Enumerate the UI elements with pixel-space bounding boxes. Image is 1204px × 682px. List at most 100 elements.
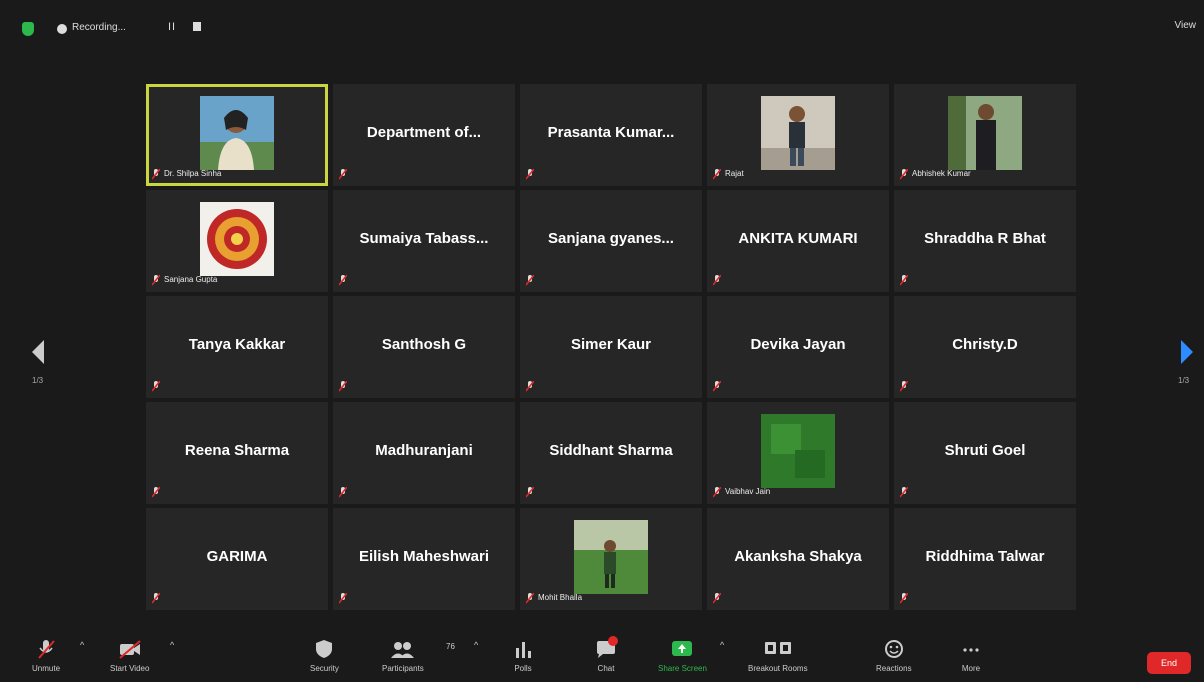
mic-muted-icon bbox=[38, 640, 55, 659]
participant-tile[interactable]: Santhosh G bbox=[333, 296, 515, 398]
participant-tile[interactable]: Department of... bbox=[333, 84, 515, 186]
muted-mic-icon bbox=[899, 379, 909, 392]
start-video-button[interactable]: Start Video bbox=[110, 638, 149, 673]
participant-video bbox=[200, 96, 274, 170]
muted-mic-icon bbox=[338, 379, 348, 392]
polls-button[interactable]: Polls bbox=[512, 638, 534, 673]
participant-tile[interactable]: Reena Sharma bbox=[146, 402, 328, 504]
participant-tile[interactable]: Rajat bbox=[707, 84, 889, 186]
participant-name: ANKITA KUMARI bbox=[738, 230, 858, 247]
participant-name: Eilish Maheshwari bbox=[358, 548, 490, 565]
right-page-number: 1/3 bbox=[1178, 376, 1190, 385]
participant-tile[interactable]: Madhuranjani bbox=[333, 402, 515, 504]
participant-name-label: Dr. Shilpa Sinha bbox=[164, 169, 222, 178]
participant-name: Akanksha Shakya bbox=[734, 548, 862, 565]
participant-tile[interactable]: Eilish Maheshwari bbox=[333, 508, 515, 610]
video-options-caret-icon[interactable]: ^ bbox=[170, 640, 174, 650]
muted-mic-icon bbox=[899, 273, 909, 286]
participant-name-label: Abhishek Kumar bbox=[912, 169, 971, 178]
participant-name-label: Rajat bbox=[725, 169, 744, 178]
participants-options-caret-icon[interactable]: ^ bbox=[474, 640, 478, 650]
muted-mic-icon bbox=[151, 273, 161, 286]
participant-tile[interactable]: Sanjana Gupta bbox=[146, 190, 328, 292]
muted-mic-icon bbox=[712, 591, 722, 604]
reactions-icon bbox=[884, 640, 903, 658]
participant-tile[interactable]: Sumaiya Tabass... bbox=[333, 190, 515, 292]
participant-video bbox=[200, 202, 274, 276]
next-page-arrow-icon[interactable] bbox=[1181, 340, 1193, 364]
participant-name: Devika Jayan bbox=[750, 336, 846, 353]
breakout-rooms-label: Breakout Rooms bbox=[748, 664, 808, 673]
polls-label: Polls bbox=[514, 664, 532, 673]
previous-page-arrow-icon[interactable] bbox=[32, 340, 44, 364]
participant-tile[interactable]: Simer Kaur bbox=[520, 296, 702, 398]
participant-tile[interactable]: Riddhima Talwar bbox=[894, 508, 1076, 610]
participant-tile[interactable]: Vaibhav Jain bbox=[707, 402, 889, 504]
participant-gallery: Dr. Shilpa Sinha Department of... Prasanta… bbox=[146, 84, 1076, 610]
unmute-button[interactable]: Unmute bbox=[32, 638, 60, 673]
muted-mic-icon bbox=[899, 591, 909, 604]
muted-mic-icon bbox=[712, 485, 722, 498]
chat-button[interactable]: Chat bbox=[594, 636, 618, 673]
share-options-caret-icon[interactable]: ^ bbox=[720, 640, 724, 650]
participant-video bbox=[761, 96, 835, 170]
encryption-shield-icon[interactable] bbox=[22, 22, 34, 36]
participant-tile[interactable]: Siddhant Sharma bbox=[520, 402, 702, 504]
left-page-number: 1/3 bbox=[32, 376, 44, 385]
more-button[interactable]: More bbox=[960, 638, 982, 673]
participant-tile[interactable]: Devika Jayan bbox=[707, 296, 889, 398]
participant-tile[interactable]: Christy.D bbox=[894, 296, 1076, 398]
muted-mic-icon bbox=[338, 273, 348, 286]
participant-tile[interactable]: Mohit Bhalla bbox=[520, 508, 702, 610]
participant-name: Sumaiya Tabass... bbox=[359, 230, 489, 247]
participant-name: Simer Kaur bbox=[570, 336, 652, 353]
participant-video bbox=[948, 96, 1022, 170]
participant-tile[interactable]: GARIMA bbox=[146, 508, 328, 610]
participant-tile[interactable]: Sanjana gyanes... bbox=[520, 190, 702, 292]
participant-tile[interactable]: Tanya Kakkar bbox=[146, 296, 328, 398]
muted-mic-icon bbox=[151, 167, 161, 180]
participant-tile[interactable]: Prasanta Kumar... bbox=[520, 84, 702, 186]
muted-mic-icon bbox=[151, 379, 161, 392]
meeting-toolbar: Unmute ^ Start Video ^ Security Particip… bbox=[0, 632, 1204, 682]
polls-icon bbox=[516, 642, 531, 658]
breakout-rooms-icon bbox=[764, 642, 791, 654]
participant-name: Prasanta Kumar... bbox=[547, 124, 675, 141]
participant-name: Department of... bbox=[366, 124, 482, 141]
chat-label: Chat bbox=[597, 664, 615, 673]
participant-tile[interactable]: ANKITA KUMARI bbox=[707, 190, 889, 292]
participant-name: Sanjana gyanes... bbox=[548, 230, 674, 247]
pause-recording-button[interactable]: II bbox=[168, 21, 176, 33]
stop-recording-button[interactable] bbox=[193, 22, 201, 31]
participant-name: Riddhima Talwar bbox=[925, 548, 1045, 565]
participants-button[interactable]: Participants bbox=[382, 638, 424, 673]
participant-tile[interactable]: Dr. Shilpa Sinha bbox=[146, 84, 328, 186]
muted-mic-icon bbox=[525, 591, 535, 604]
participant-name: Siddhant Sharma bbox=[549, 442, 673, 459]
participant-tile[interactable]: Akanksha Shakya bbox=[707, 508, 889, 610]
muted-mic-icon bbox=[525, 167, 535, 180]
share-screen-icon bbox=[672, 641, 693, 656]
participant-tile[interactable]: Abhishek Kumar bbox=[894, 84, 1076, 186]
participants-label: Participants bbox=[382, 664, 424, 673]
unmute-label: Unmute bbox=[32, 664, 61, 673]
participant-name: Shruti Goel bbox=[944, 442, 1026, 459]
security-button[interactable]: Security bbox=[310, 638, 339, 673]
muted-mic-icon bbox=[338, 591, 348, 604]
audio-options-caret-icon[interactable]: ^ bbox=[80, 640, 84, 650]
participant-name: Santhosh G bbox=[381, 336, 467, 353]
share-screen-button[interactable]: Share Screen bbox=[658, 638, 707, 673]
end-meeting-button[interactable]: End bbox=[1147, 652, 1191, 674]
participant-name: Shraddha R Bhat bbox=[924, 230, 1046, 247]
breakout-rooms-button[interactable]: Breakout Rooms bbox=[748, 638, 808, 673]
more-label: More bbox=[961, 664, 981, 673]
reactions-button[interactable]: Reactions bbox=[876, 638, 912, 673]
recording-icon bbox=[57, 24, 67, 34]
video-off-icon bbox=[119, 640, 141, 659]
participant-tile[interactable]: Shraddha R Bhat bbox=[894, 190, 1076, 292]
muted-mic-icon bbox=[525, 379, 535, 392]
view-button[interactable]: View bbox=[1175, 20, 1197, 31]
participant-name-label: Vaibhav Jain bbox=[725, 487, 771, 496]
muted-mic-icon bbox=[151, 485, 161, 498]
participant-tile[interactable]: Shruti Goel bbox=[894, 402, 1076, 504]
